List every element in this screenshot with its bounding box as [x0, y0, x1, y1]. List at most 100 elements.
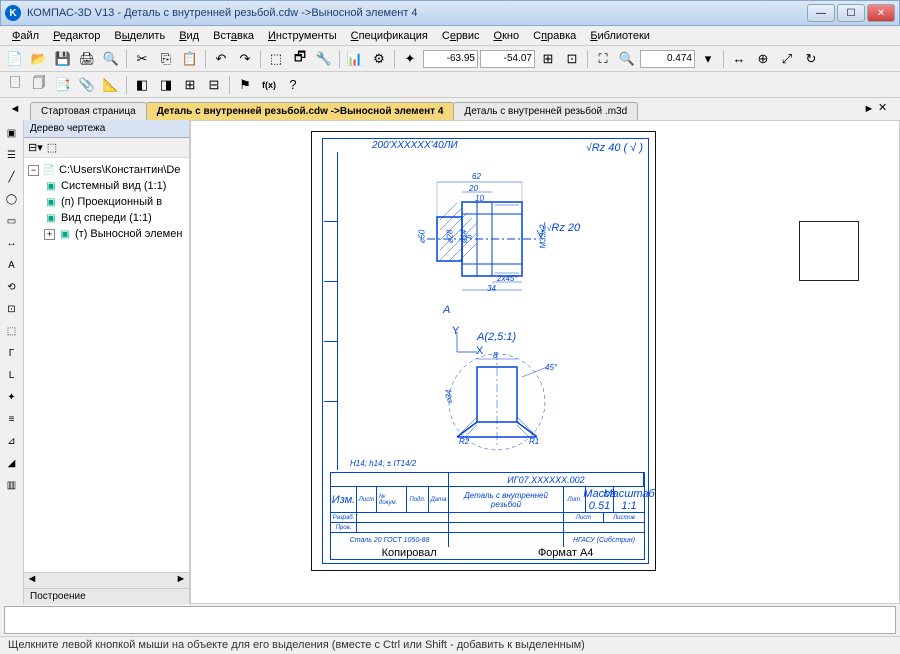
menu-file[interactable]: Файл	[6, 28, 45, 44]
fx-button[interactable]: f(x)	[258, 74, 280, 96]
print-button[interactable]: 🖨	[76, 48, 98, 70]
collapse-icon[interactable]: −	[28, 165, 39, 176]
menu-service[interactable]: Сервис	[436, 28, 486, 44]
strip-button[interactable]: Γ	[2, 343, 22, 363]
dim-tool-icon[interactable]: ↔	[2, 233, 22, 253]
strip-button[interactable]: ▭	[2, 211, 22, 231]
tree-node[interactable]: + ▣ (т) Выносной элемен	[28, 226, 185, 242]
drawing-tree[interactable]: − 📄 C:\Users\Константин\De ▣ Системный в…	[24, 158, 189, 572]
tool-button[interactable]: 🗍	[28, 74, 50, 96]
copy-button[interactable]: ⎘	[155, 48, 177, 70]
tool-button[interactable]: ⊞	[179, 74, 201, 96]
new-button[interactable]: 📄	[4, 48, 26, 70]
scroll-right-icon[interactable]: ►	[173, 573, 189, 588]
tool-button[interactable]: ⚙	[368, 48, 390, 70]
menu-view[interactable]: Вид	[173, 28, 205, 44]
tool-button[interactable]: ⊞	[537, 48, 559, 70]
strip-button[interactable]: ✦	[2, 387, 22, 407]
side-panel: Дерево чертежа ⊟▾ ⬚ − 📄 C:\Users\Констан…	[24, 120, 190, 604]
coord-y-input[interactable]	[480, 50, 535, 68]
command-panel[interactable]	[4, 606, 896, 634]
cut-button[interactable]: ✂	[131, 48, 153, 70]
strip-button[interactable]: ≡	[2, 409, 22, 429]
tab-start-page[interactable]: Стартовая страница	[30, 102, 147, 120]
strip-button[interactable]: ⊡	[2, 299, 22, 319]
tool-button[interactable]: 📐	[100, 74, 122, 96]
open-button[interactable]: 📂	[28, 48, 50, 70]
tool-button[interactable]: ⊕	[752, 48, 774, 70]
minimize-button[interactable]: —	[807, 4, 835, 22]
tool-button[interactable]: ↻	[800, 48, 822, 70]
tree-node[interactable]: ▣ (п) Проекционный в	[28, 194, 185, 210]
preview-button[interactable]: 🔍	[100, 48, 122, 70]
redo-button[interactable]: ↷	[234, 48, 256, 70]
tool-button[interactable]: ◨	[155, 74, 177, 96]
side-bottom-tab[interactable]: Построение	[24, 588, 189, 604]
scroll-left-icon[interactable]: ◄	[24, 573, 40, 588]
strip-button[interactable]: ☰	[2, 145, 22, 165]
expand-icon[interactable]: +	[44, 229, 55, 240]
menu-edit[interactable]: Редактор	[47, 28, 106, 44]
dim-6: 6	[465, 234, 474, 238]
menu-insert[interactable]: Вставка	[207, 28, 260, 44]
strip-button[interactable]: A	[2, 255, 22, 275]
strip-button[interactable]: ⬚	[2, 321, 22, 341]
tab-close-button[interactable]: ✕	[878, 101, 892, 117]
menu-select[interactable]: Выделить	[108, 28, 171, 44]
strip-button[interactable]: ▥	[2, 475, 22, 495]
strip-button[interactable]: ◢	[2, 453, 22, 473]
tool-button[interactable]: ⤢	[776, 48, 798, 70]
maximize-button[interactable]: ☐	[837, 4, 865, 22]
tab-nav-right[interactable]: ►	[862, 101, 876, 117]
surface-finish-general: √Rz 40 ( √ )	[586, 142, 643, 154]
strip-button[interactable]: ◯	[2, 189, 22, 209]
tool-button[interactable]: ⊟	[203, 74, 225, 96]
drawing-canvas[interactable]: 200'ХХХХХХ'40ЛИ √Rz 40 ( √ )	[190, 120, 900, 604]
revision-column	[324, 152, 338, 470]
tool-button[interactable]: 🔧	[313, 48, 335, 70]
strip-button[interactable]: ⊿	[2, 431, 22, 451]
app-logo-icon: K	[5, 5, 21, 21]
menu-window[interactable]: Окно	[488, 28, 526, 44]
tree-node[interactable]: ▣ Вид спереди (1:1)	[28, 210, 185, 226]
tab-active-doc[interactable]: Деталь с внутренней резьбой.cdw ->Выносн…	[146, 102, 455, 120]
tree-root[interactable]: − 📄 C:\Users\Константин\De	[28, 162, 185, 178]
coord-x-input[interactable]	[423, 50, 478, 68]
strip-button[interactable]: ▣	[2, 123, 22, 143]
strip-button[interactable]: ⟲	[2, 277, 22, 297]
paste-button[interactable]: 📋	[179, 48, 201, 70]
view-icon: ▣	[44, 195, 58, 209]
tool-button[interactable]: ◧	[131, 74, 153, 96]
save-button[interactable]: 💾	[52, 48, 74, 70]
strip-button[interactable]: L	[2, 365, 22, 385]
drawing-sheet: 200'ХХХХХХ'40ЛИ √Rz 40 ( √ )	[311, 131, 656, 571]
tool-button[interactable]: 📊	[344, 48, 366, 70]
tree-mode-button[interactable]: ⊟▾	[28, 141, 43, 154]
menu-help[interactable]: Справка	[527, 28, 582, 44]
tool-button[interactable]: ⬚	[265, 48, 287, 70]
tree-node-label: (п) Проекционный в	[61, 196, 162, 208]
tool-button[interactable]: ↔	[728, 48, 750, 70]
tab-third[interactable]: Деталь с внутренней резьбой .m3d	[453, 102, 638, 120]
tool-button[interactable]: ⚑	[234, 74, 256, 96]
zoom-fit-button[interactable]: ⛶	[592, 48, 614, 70]
tool-button[interactable]: 📑	[52, 74, 74, 96]
tool-button[interactable]: 🗗	[289, 48, 311, 70]
help-button[interactable]: ?	[282, 74, 304, 96]
close-button[interactable]: ✕	[867, 4, 895, 22]
tool-button[interactable]: ⊡	[561, 48, 583, 70]
tree-mode-button[interactable]: ⬚	[47, 141, 57, 154]
tool-button[interactable]: 📎	[76, 74, 98, 96]
dropdown-icon[interactable]: ▾	[697, 48, 719, 70]
menu-libs[interactable]: Библиотеки	[584, 28, 656, 44]
undo-button[interactable]: ↶	[210, 48, 232, 70]
zoom-input[interactable]	[640, 50, 695, 68]
tool-button[interactable]: 🗌	[4, 74, 26, 96]
tree-node[interactable]: ▣ Системный вид (1:1)	[28, 178, 185, 194]
menu-spec[interactable]: Спецификация	[345, 28, 434, 44]
tab-nav-left[interactable]: ◄	[8, 101, 22, 117]
tree-h-scrollbar[interactable]: ◄ ►	[24, 572, 189, 588]
line-tool-icon[interactable]: ╱	[2, 167, 22, 187]
title-block: ИГ07.ХХХХХХ.002 Изм. Лист № докум. Подп.…	[330, 472, 645, 560]
menu-tools[interactable]: Инструменты	[262, 28, 343, 44]
